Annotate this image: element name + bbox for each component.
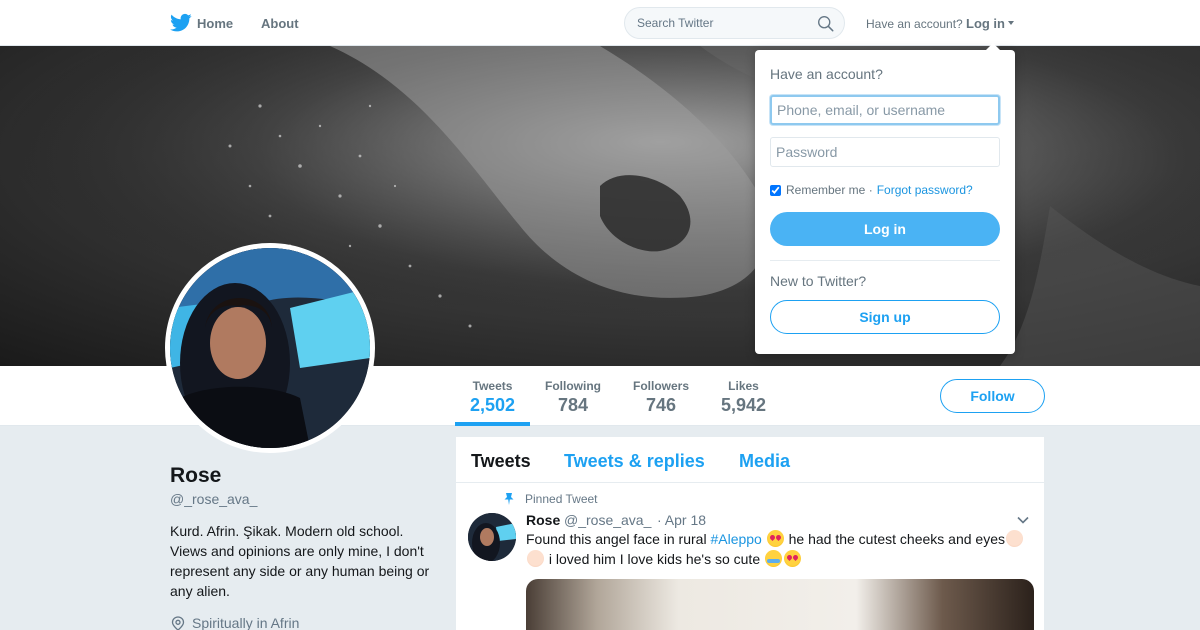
stat-value: 746 bbox=[645, 395, 677, 415]
tweet-media-image[interactable] bbox=[526, 579, 1034, 630]
tweet-text-part: he had the cutest cheeks and eyes bbox=[788, 531, 1005, 547]
search-box bbox=[624, 7, 845, 39]
login-dropdown: Have an account? Remember me · Forgot pa… bbox=[755, 43, 1015, 354]
signup-button[interactable]: Sign up bbox=[770, 300, 1000, 334]
tweet-text-part: Found this angel face in rural bbox=[526, 531, 707, 547]
tab-tweets-replies[interactable]: Tweets & replies bbox=[564, 451, 705, 472]
chevron-down-icon[interactable] bbox=[1017, 516, 1029, 524]
timeline: Tweets Tweets & replies Media Pinned Twe… bbox=[456, 437, 1044, 630]
pin-icon bbox=[504, 493, 514, 505]
remember-me-checkbox[interactable] bbox=[770, 184, 781, 196]
stat-value: 5,942 bbox=[721, 395, 767, 415]
tweet-date[interactable]: · Apr 18 bbox=[657, 512, 706, 528]
tweet-author-name[interactable]: Rose bbox=[526, 512, 560, 528]
login-button[interactable]: Log in bbox=[770, 212, 1000, 246]
tweet-avatar[interactable] bbox=[468, 513, 516, 561]
username-field[interactable] bbox=[770, 95, 1000, 125]
stat-label: Tweets bbox=[472, 379, 513, 393]
pinned-tweet-label: Pinned Tweet bbox=[525, 492, 598, 506]
password-field[interactable] bbox=[770, 137, 1000, 167]
login-dropdown-toggle[interactable]: Log in bbox=[966, 16, 1005, 31]
nav-about-link[interactable]: About bbox=[261, 16, 299, 31]
stat-tweets[interactable]: Tweets 2,502 bbox=[470, 379, 515, 416]
new-to-twitter-text: New to Twitter? bbox=[770, 273, 867, 289]
remember-me: Remember me · Forgot password? bbox=[770, 183, 973, 197]
dropdown-title: Have an account? bbox=[770, 66, 883, 82]
search-input[interactable] bbox=[637, 16, 807, 30]
stat-followers[interactable]: Followers 746 bbox=[633, 379, 689, 416]
hashtag-link[interactable]: #Aleppo bbox=[710, 531, 761, 547]
stat-following[interactable]: Following 784 bbox=[545, 379, 601, 416]
baby-emoji-icon bbox=[527, 550, 544, 567]
divider bbox=[770, 260, 1000, 261]
baby-emoji-icon bbox=[1006, 530, 1023, 547]
tweet-text: Found this angel face in rural #Aleppo h… bbox=[526, 529, 1031, 569]
heart-eyes-emoji-icon bbox=[766, 530, 784, 547]
stat-value: 2,502 bbox=[470, 395, 516, 415]
crying-emoji-icon bbox=[765, 550, 782, 567]
follow-button[interactable]: Follow bbox=[940, 379, 1045, 413]
stat-label: Followers bbox=[633, 379, 690, 393]
active-stat-underline bbox=[455, 422, 530, 426]
nav-home-link[interactable]: Home bbox=[197, 16, 233, 31]
twitter-bird-icon[interactable] bbox=[170, 13, 192, 33]
timeline-tabs: Tweets Tweets & replies Media bbox=[456, 437, 1044, 483]
heart-eyes-emoji-icon bbox=[784, 550, 801, 567]
forgot-password-link[interactable]: Forgot password? bbox=[877, 183, 973, 197]
tweet-author-handle[interactable]: @_rose_ava_ bbox=[564, 512, 651, 528]
avatar-image bbox=[170, 248, 370, 448]
tab-media[interactable]: Media bbox=[739, 451, 790, 472]
profile-avatar[interactable] bbox=[165, 243, 375, 453]
top-navigation: Home About Have an account? Log in bbox=[0, 0, 1200, 46]
tweet-avatar-image bbox=[468, 513, 516, 561]
search-icon[interactable] bbox=[817, 15, 834, 32]
tweet-text-part: i loved him I love kids he's so cute bbox=[548, 551, 761, 567]
tab-tweets[interactable]: Tweets bbox=[471, 451, 531, 472]
stat-label: Following bbox=[545, 379, 601, 393]
profile-bio: Kurd. Afrin. Şikak. Modern old school. V… bbox=[170, 523, 430, 599]
caret-down-icon[interactable] bbox=[1008, 21, 1014, 25]
stat-label: Likes bbox=[728, 379, 759, 393]
profile-location: Spiritually in Afrin bbox=[192, 615, 300, 630]
profile-handle[interactable]: @_rose_ava_ bbox=[170, 491, 257, 507]
have-account-text: Have an account? bbox=[866, 17, 963, 31]
location-pin-icon bbox=[171, 616, 185, 630]
stat-value: 784 bbox=[557, 395, 589, 415]
profile-name[interactable]: Rose bbox=[170, 464, 221, 488]
remember-me-label: Remember me · bbox=[786, 183, 873, 197]
stat-likes[interactable]: Likes 5,942 bbox=[721, 379, 766, 416]
